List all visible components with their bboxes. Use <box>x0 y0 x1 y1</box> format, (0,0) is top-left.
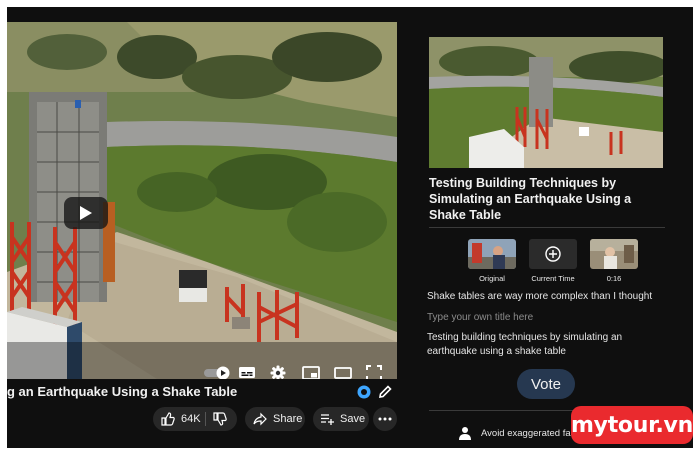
save-button[interactable]: Save <box>313 407 369 431</box>
like-divider <box>205 412 206 426</box>
like-button[interactable]: 64K <box>153 407 201 431</box>
miniplayer-icon <box>302 366 320 379</box>
subtitles-button[interactable] <box>237 364 257 379</box>
thumbnail-option-current-time[interactable]: Current Time <box>527 239 579 283</box>
thumbnail-option-timestamp[interactable]: 0:16 <box>588 239 640 283</box>
thumbs-down-icon <box>213 412 227 426</box>
video-title-bar: g an Earthquake Using a Shake Table <box>7 379 402 409</box>
person-icon <box>459 427 471 440</box>
player-controls <box>7 352 397 379</box>
preview-thumbnail-image <box>429 37 663 168</box>
suggested-title-line-2: earthquake using a shake table <box>427 346 566 357</box>
save-playlist-icon <box>321 414 334 425</box>
thumbnail-option-original[interactable]: Original <box>466 239 518 283</box>
play-icon <box>80 206 92 220</box>
original-thumbnail-image <box>468 239 516 269</box>
subtitles-icon <box>239 367 255 378</box>
option-label-original: Original <box>479 274 505 283</box>
gear-icon <box>270 365 286 379</box>
theater-mode-button[interactable] <box>333 364 353 379</box>
vote-button[interactable]: Vote <box>517 369 575 399</box>
add-circle-icon <box>545 246 561 262</box>
verified-badge-icon <box>357 385 371 399</box>
fullscreen-icon <box>366 365 382 379</box>
timestamp-thumbnail <box>590 239 638 269</box>
title-test-panel: Testing Building Techniques by Simulatin… <box>417 7 693 448</box>
panel-divider <box>429 227 665 228</box>
panel-description: Shake tables are way more complex than I… <box>427 291 653 302</box>
like-count: 64K <box>181 413 201 425</box>
suggested-title-line-1: Testing building techniques by simulatin… <box>427 332 623 343</box>
guideline-text: Avoid exaggerated facia <box>481 428 583 439</box>
autoplay-toggle[interactable] <box>203 364 231 379</box>
video-title: g an Earthquake Using a Shake Table <box>7 384 238 399</box>
preview-thumbnail <box>429 37 663 168</box>
more-actions-button[interactable] <box>373 407 397 431</box>
settings-button[interactable] <box>269 364 287 379</box>
panel-video-title: Testing Building Techniques by Simulatin… <box>429 176 632 222</box>
dislike-button[interactable] <box>213 412 227 429</box>
play-button[interactable] <box>64 197 108 229</box>
share-button[interactable]: Share <box>245 407 305 431</box>
current-time-thumbnail <box>529 239 577 269</box>
timestamp-thumbnail-image <box>590 239 638 269</box>
video-actions: 64K Share Save <box>7 407 402 435</box>
save-label: Save <box>340 413 366 425</box>
app-frame: g an Earthquake Using a Shake Table 64K <box>7 7 693 448</box>
video-player[interactable] <box>7 22 397 379</box>
option-label-current-time: Current Time <box>531 274 575 283</box>
autoplay-toggle-icon <box>204 366 230 379</box>
verified-badge <box>357 385 371 399</box>
thumbs-up-icon <box>161 412 175 426</box>
share-label: Share <box>273 413 303 425</box>
edit-title-button[interactable] <box>377 384 393 400</box>
theater-mode-icon <box>334 367 352 379</box>
like-dislike-group: 64K <box>153 407 237 431</box>
original-thumbnail <box>468 239 516 269</box>
more-horizontal-icon <box>378 417 392 421</box>
share-icon <box>253 412 267 426</box>
miniplayer-button[interactable] <box>301 364 321 379</box>
pencil-icon <box>379 385 392 398</box>
fullscreen-button[interactable] <box>365 364 383 379</box>
watermark-logo: mytour.vn <box>571 406 693 444</box>
custom-title-input[interactable]: Type your own title here <box>427 312 667 323</box>
option-label-timestamp: 0:16 <box>606 274 622 283</box>
